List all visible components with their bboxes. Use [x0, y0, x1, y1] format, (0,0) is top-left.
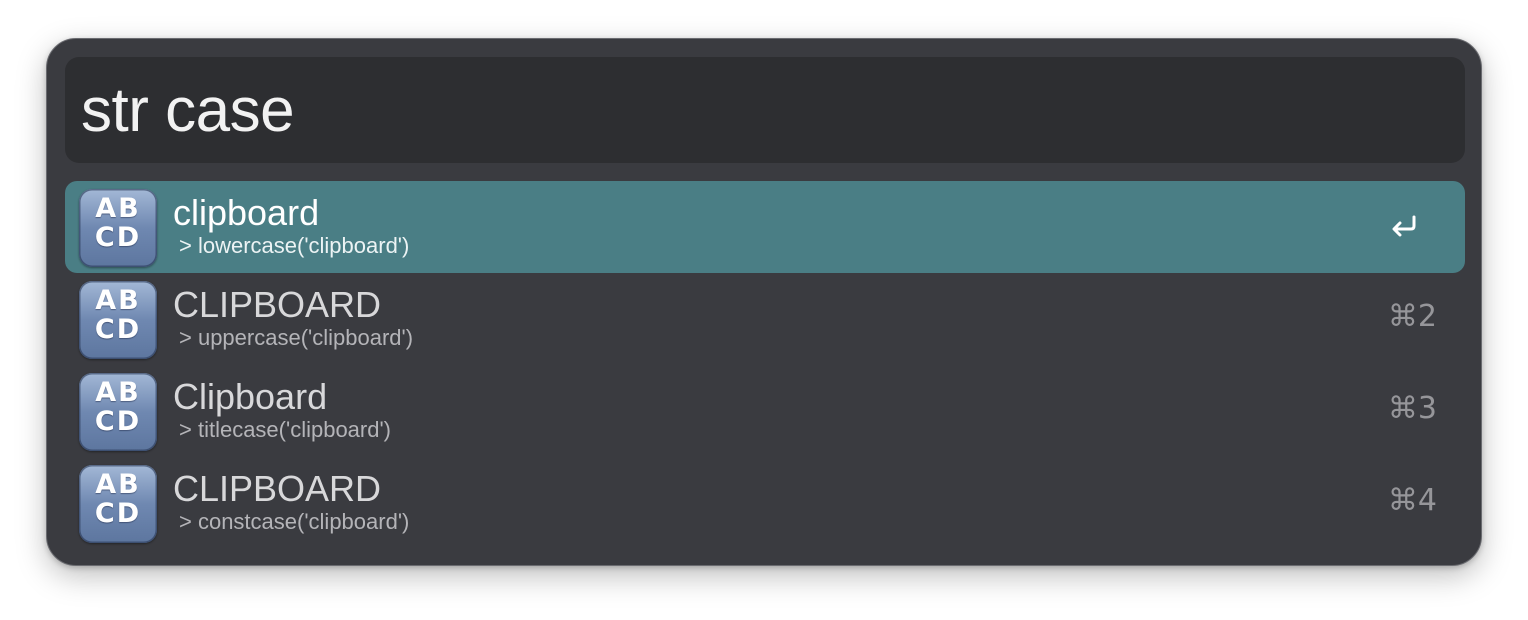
return-icon [1392, 215, 1416, 237]
abcd-icon: AB CD [79, 189, 157, 267]
abcd-icon-top-letters: AB [95, 377, 141, 408]
result-row[interactable]: AB CD CLIPBOARD > uppercase('clipboard')… [65, 273, 1465, 365]
shortcut-label: ⌘2 [1387, 299, 1437, 334]
result-subtitle: > constcase('clipboard') [179, 509, 410, 534]
abcd-icon-top-letters: AB [95, 469, 141, 500]
result-row[interactable]: AB CD clipboard > lowercase('clipboard') [65, 181, 1465, 273]
search-input[interactable] [81, 73, 1441, 147]
result-row[interactable]: AB CD CLIPBOARD > constcase('clipboard')… [65, 457, 1465, 549]
abcd-icon-bottom-letters: CD [94, 222, 142, 253]
result-title: CLIPBOARD [173, 284, 382, 325]
abcd-icon-bottom-letters: CD [94, 314, 142, 345]
search-box[interactable] [65, 57, 1465, 163]
abcd-icon: AB CD [79, 373, 157, 451]
abcd-icon-bottom-letters: CD [94, 406, 142, 437]
shortcut-label: ⌘3 [1387, 391, 1437, 426]
result-title: clipboard [173, 192, 320, 233]
abcd-icon: AB CD [79, 465, 157, 543]
abcd-icon-top-letters: AB [95, 285, 141, 316]
shortcut-label: ⌘4 [1387, 483, 1437, 518]
result-subtitle: > uppercase('clipboard') [179, 325, 414, 350]
abcd-icon: AB CD [79, 281, 157, 359]
abcd-icon-bottom-letters: CD [94, 498, 142, 529]
launcher-window: AB CD clipboard > lowercase('clipboard')… [46, 38, 1482, 566]
result-title: CLIPBOARD [173, 468, 382, 509]
result-row[interactable]: AB CD Clipboard > titlecase('clipboard')… [65, 365, 1465, 457]
result-subtitle: > lowercase('clipboard') [179, 233, 410, 258]
results-list: AB CD clipboard > lowercase('clipboard')… [65, 181, 1465, 549]
abcd-icon-top-letters: AB [95, 193, 141, 224]
result-subtitle: > titlecase('clipboard') [179, 417, 391, 442]
result-title: Clipboard [173, 376, 328, 417]
